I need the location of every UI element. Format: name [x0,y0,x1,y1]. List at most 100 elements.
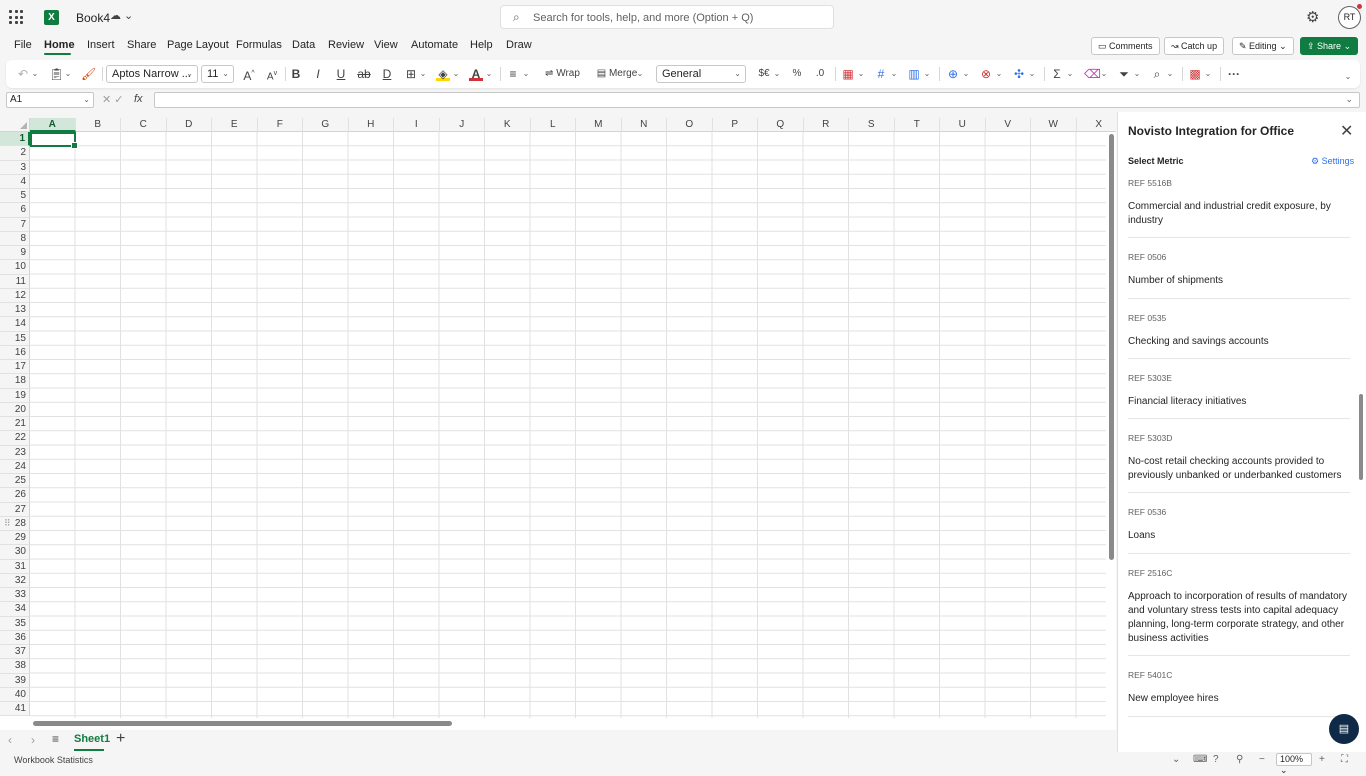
tab-review[interactable]: Review [328,39,364,51]
find-icon[interactable]: ⌕ [1150,66,1164,82]
horizontal-scrollbar-thumb[interactable] [33,721,452,726]
sheet-tab[interactable]: Sheet1 [74,733,110,745]
cell-area[interactable] [30,132,1106,718]
help-icon[interactable]: ? [1213,754,1219,765]
tab-page-layout[interactable]: Page Layout [167,39,229,51]
formula-input[interactable]: ⌄ [154,92,1360,108]
row-header-33[interactable]: 33 [0,588,30,603]
paste-dropdown-icon[interactable]: ⌄ [64,66,72,82]
tab-share[interactable]: Share [127,39,156,51]
name-box[interactable]: A1 ⌄ [6,92,94,108]
column-header-d[interactable]: D [166,118,212,132]
cell-styles-dropdown-icon[interactable]: ⌄ [923,66,931,82]
conditional-format-icon[interactable]: ▦ [841,66,855,82]
prev-sheet-icon[interactable]: ‹ [8,733,12,747]
row-header-25[interactable]: 25 [0,474,30,489]
row-header-11[interactable]: 11 [0,274,30,289]
tab-draw[interactable]: Draw [506,39,532,51]
row-header-23[interactable]: 23 [0,445,30,460]
wrap-text-button[interactable]: ⇌ Wrap [540,66,585,82]
row-header-7[interactable]: 7 [0,217,30,232]
row-header-38[interactable]: 38 [0,659,30,674]
format-cells-icon[interactable]: ✣ [1012,66,1026,82]
column-header-j[interactable]: J [439,118,485,132]
insert-cells-icon[interactable]: ⊕ [946,66,960,82]
find-dropdown-icon[interactable]: ⌄ [1166,66,1174,82]
column-header-h[interactable]: H [348,118,394,132]
row-header-29[interactable]: 29 [0,531,30,546]
all-sheets-icon[interactable]: ≡ [52,732,59,746]
autosum-dropdown-icon[interactable]: ⌄ [1066,66,1074,82]
clear-icon[interactable]: ⌫ [1084,66,1101,82]
column-header-o[interactable]: O [667,118,713,132]
select-all-button[interactable] [0,118,30,132]
addins-icon[interactable]: ▩ [1188,66,1202,82]
row-header-30[interactable]: 30 [0,545,30,560]
row-header-1[interactable]: 1 [0,132,30,147]
zoom-in-icon[interactable]: + [1319,754,1325,765]
row-header-18[interactable]: 18 [0,374,30,389]
font-size-select[interactable]: 11 ⌄ [201,65,234,83]
save-status-icon[interactable]: ☁ ⌄ [110,9,133,22]
zoom-out-icon[interactable]: − [1259,754,1265,765]
fit-screen-icon[interactable]: ⛶ [1341,754,1348,765]
row-header-12[interactable]: 12 [0,288,30,303]
drag-handle-icon[interactable]: ⠿ [4,518,11,529]
row-header-15[interactable]: 15 [0,331,30,346]
row-header-10[interactable]: 10 [0,260,30,275]
metric-item[interactable]: REF 0535 Checking and savings accounts [1128,311,1350,359]
column-header-w[interactable]: W [1031,118,1077,132]
font-color-icon[interactable]: A [469,66,483,81]
format-table-icon[interactable]: # [874,66,888,82]
app-launcher-icon[interactable] [9,10,23,24]
fill-color-icon[interactable]: ◈ [436,66,450,81]
spreadsheet-grid[interactable]: ABCDEFGHIJKLMNOPQRSTUVWX 1 2 3 4 5 6 7 8 9 10 11 12… [0,118,1116,718]
sort-filter-icon[interactable]: ⏷ [1117,66,1131,82]
column-header-q[interactable]: Q [758,118,804,132]
underline-icon[interactable]: U [334,66,348,82]
row-header-6[interactable]: 6 [0,203,30,218]
decimal-icon[interactable]: .0 [813,66,827,82]
undo-dropdown-icon[interactable]: ⌄ [31,66,39,82]
column-header-t[interactable]: T [894,118,940,132]
row-header-21[interactable]: 21 [0,417,30,432]
chevron-down-icon[interactable]: ⌄ [1345,94,1353,105]
vertical-scrollbar-thumb[interactable] [1109,134,1114,560]
row-header-26[interactable]: 26 [0,488,30,503]
number-format-select[interactable]: General ⌄ [656,65,746,83]
conditional-format-dropdown-icon[interactable]: ⌄ [857,66,865,82]
column-header-b[interactable]: B [75,118,121,132]
italic-icon[interactable]: I [311,66,325,82]
addins-dropdown-icon[interactable]: ⌄ [1204,66,1212,82]
format-painter-icon[interactable]: 🖌︎ [81,66,96,82]
insert-dropdown-icon[interactable]: ⌄ [962,66,970,82]
column-header-v[interactable]: V [985,118,1031,132]
workbook-name[interactable]: Book4 [76,11,110,25]
share-button[interactable]: ⇪ Share ⌄ [1300,37,1359,55]
tab-view[interactable]: View [374,39,398,51]
row-header-36[interactable]: 36 [0,630,30,645]
tab-help[interactable]: Help [470,39,493,51]
column-header-p[interactable]: P [712,118,758,132]
ribbon-expand-icon[interactable]: ⌄ [1343,69,1353,85]
tab-automate[interactable]: Automate [411,39,458,51]
delete-dropdown-icon[interactable]: ⌄ [995,66,1003,82]
row-header-5[interactable]: 5 [0,189,30,204]
decrease-font-icon[interactable]: Av [265,66,279,82]
row-header-35[interactable]: 35 [0,616,30,631]
row-header-39[interactable]: 39 [0,673,30,688]
strikethrough-icon[interactable]: ab [357,66,371,82]
row-header-41[interactable]: 41 [0,702,30,717]
pane-scrollbar-thumb[interactable] [1359,394,1363,480]
column-header-g[interactable]: G [303,118,349,132]
row-header-9[interactable]: 9 [0,246,30,261]
column-header-x[interactable]: X [1076,118,1116,132]
workbook-statistics[interactable]: Workbook Statistics [14,755,93,765]
next-sheet-icon[interactable]: › [31,733,35,747]
row-header-14[interactable]: 14 [0,317,30,332]
metric-item[interactable]: REF 5516B Commercial and industrial cred… [1128,176,1350,239]
row-header-8[interactable]: 8 [0,231,30,246]
metric-item[interactable]: REF 5303D No-cost retail checking accoun… [1128,431,1350,494]
metric-item[interactable]: REF 5303E Financial literacy initiatives [1128,371,1350,420]
borders-icon[interactable]: ⊞ [404,66,418,82]
